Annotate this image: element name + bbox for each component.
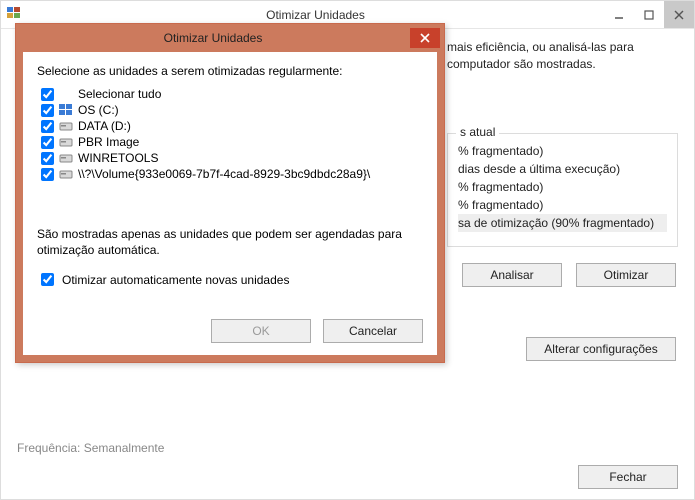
- schedule-dialog: Otimizar Unidades Selecione as unidades …: [15, 23, 445, 363]
- app-icon: [1, 5, 27, 24]
- footer: Fechar: [578, 465, 678, 489]
- hdd-icon: [59, 120, 73, 132]
- drive-row[interactable]: PBR Image: [41, 134, 423, 150]
- optimize-button[interactable]: Otimizar: [576, 263, 676, 287]
- main-title: Otimizar Unidades: [27, 8, 604, 22]
- drive-label: WINRETOOLS: [78, 151, 158, 165]
- drive-checkbox[interactable]: [41, 168, 54, 181]
- select-all-label: Selecionar tudo: [78, 87, 161, 101]
- status-line: % fragmentado): [458, 142, 667, 160]
- status-line: % fragmentado): [458, 178, 667, 196]
- maximize-button[interactable]: [634, 1, 664, 28]
- hdd-icon: [59, 152, 73, 164]
- drive-label: OS (C:): [78, 103, 119, 117]
- drive-row[interactable]: DATA (D:): [41, 118, 423, 134]
- auto-optimize-row[interactable]: Otimizar automaticamente novas unidades: [37, 270, 423, 289]
- auto-optimize-checkbox[interactable]: [41, 273, 54, 286]
- frequency-label: Frequência: Semanalmente: [17, 441, 678, 455]
- drive-list: Selecionar tudo OS (C:) DATA (D:): [41, 86, 423, 182]
- dialog-title: Otimizar Unidades: [16, 31, 410, 45]
- drive-checkbox[interactable]: [41, 120, 54, 133]
- cancel-button[interactable]: Cancelar: [323, 319, 423, 343]
- drive-checkbox[interactable]: [41, 104, 54, 117]
- hdd-icon: [59, 136, 73, 148]
- select-all-checkbox[interactable]: [41, 88, 54, 101]
- dialog-titlebar: Otimizar Unidades: [16, 24, 444, 52]
- drive-row[interactable]: \\?\Volume{933e0069-7b7f-4cad-8929-3bc9d…: [41, 166, 423, 182]
- windows-drive-icon: [59, 104, 73, 116]
- drive-row[interactable]: OS (C:): [41, 102, 423, 118]
- dialog-heading: Selecione as unidades a serem otimizadas…: [37, 64, 423, 78]
- status-line: dias desde a última execução): [458, 160, 667, 178]
- auto-optimize-label: Otimizar automaticamente novas unidades: [62, 273, 289, 287]
- status-header: s atual: [456, 125, 499, 139]
- dialog-body: Selecione as unidades a serem otimizadas…: [16, 52, 444, 362]
- hdd-icon: [59, 168, 73, 180]
- drive-checkbox[interactable]: [41, 136, 54, 149]
- close-button[interactable]: [664, 1, 694, 28]
- status-line: % fragmentado): [458, 196, 667, 214]
- drive-checkbox[interactable]: [41, 152, 54, 165]
- status-group: s atual % fragmentado) dias desde a últi…: [447, 133, 678, 247]
- dialog-close-button[interactable]: [410, 28, 440, 48]
- analyze-button[interactable]: Analisar: [462, 263, 562, 287]
- close-main-button[interactable]: Fechar: [578, 465, 678, 489]
- ok-button[interactable]: OK: [211, 319, 311, 343]
- drive-row[interactable]: WINRETOOLS: [41, 150, 423, 166]
- change-settings-button[interactable]: Alterar configurações: [526, 337, 676, 361]
- intro-line2: computador são mostradas.: [447, 57, 596, 71]
- drive-label: DATA (D:): [78, 119, 131, 133]
- status-line-selected[interactable]: sa de otimização (90% fragmentado): [458, 214, 667, 232]
- dialog-note: São mostradas apenas as unidades que pod…: [37, 226, 423, 258]
- dialog-buttons: OK Cancelar: [37, 319, 423, 343]
- minimize-button[interactable]: [604, 1, 634, 28]
- select-all-row[interactable]: Selecionar tudo: [41, 86, 423, 102]
- drive-label: \\?\Volume{933e0069-7b7f-4cad-8929-3bc9d…: [78, 167, 370, 181]
- drive-label: PBR Image: [78, 135, 139, 149]
- intro-line1: mais eficiência, ou analisá-las para: [447, 40, 634, 54]
